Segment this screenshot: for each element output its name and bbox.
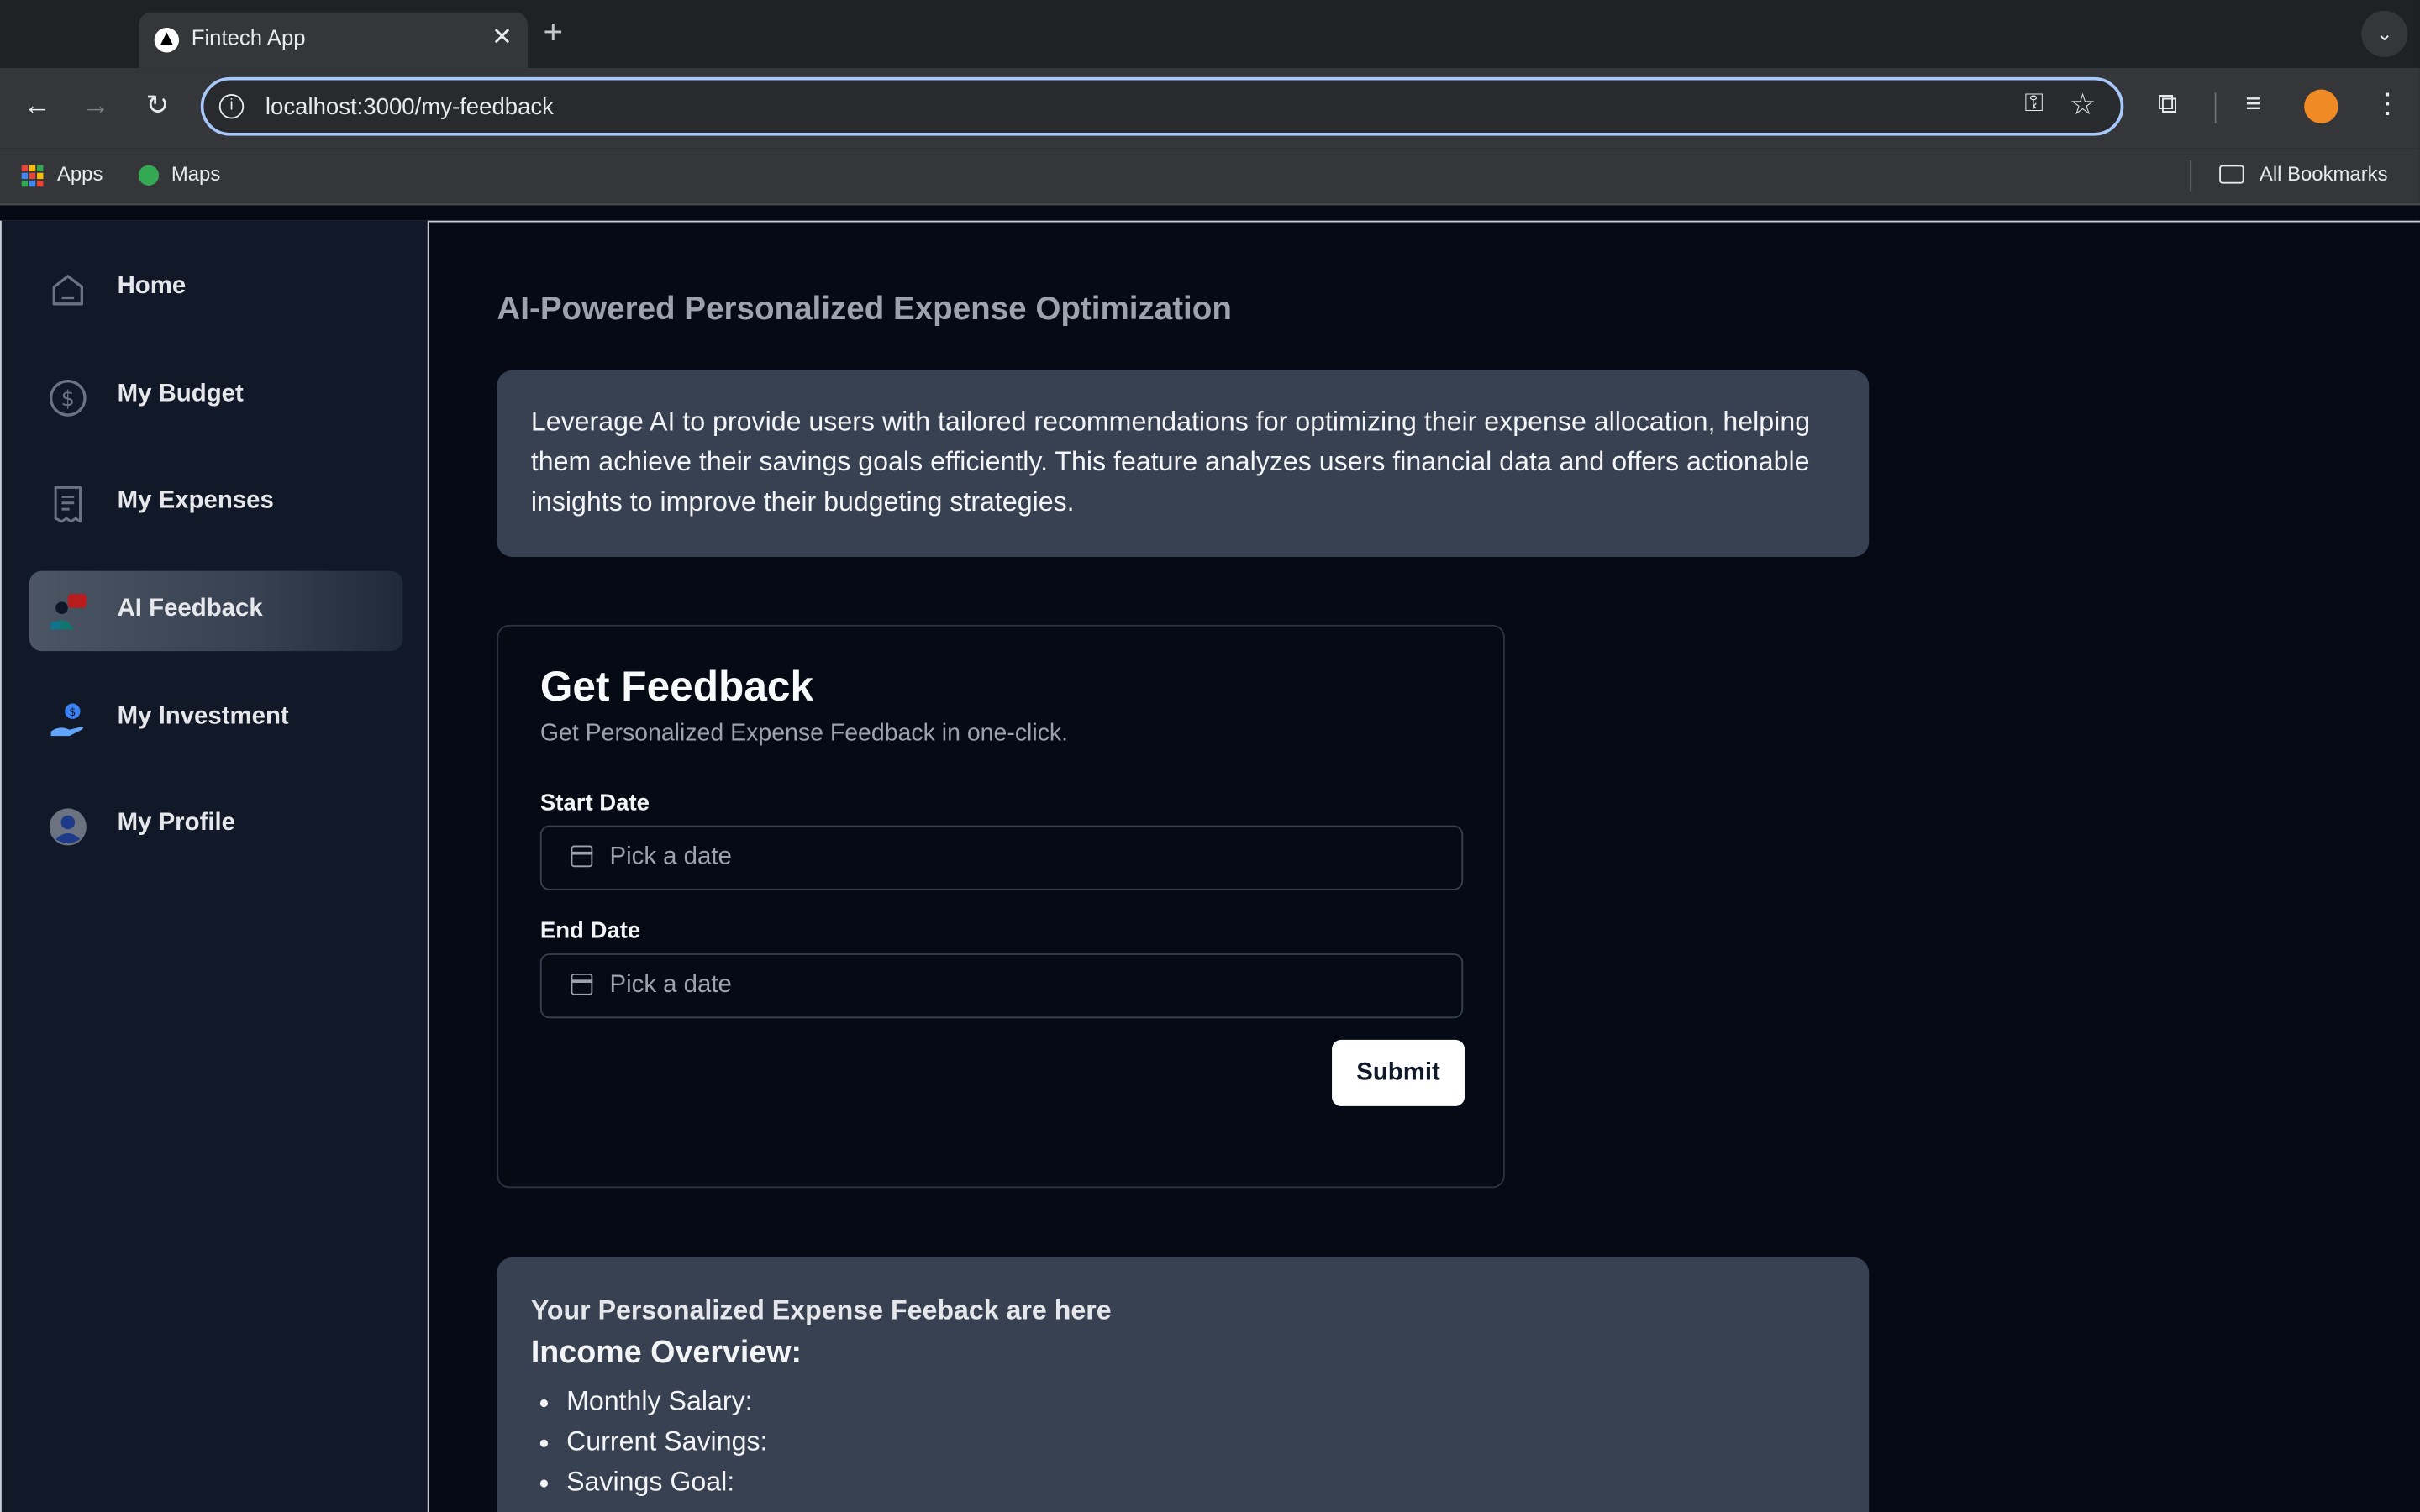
apps-grid-icon[interactable] bbox=[21, 165, 44, 187]
sidebar-item-ai-feedback[interactable]: AI Feedback bbox=[29, 570, 403, 652]
sidebar-item-label: My Profile bbox=[117, 810, 236, 837]
new-tab-icon[interactable]: + bbox=[544, 13, 564, 53]
bookmark-star-icon[interactable]: ☆ bbox=[2070, 88, 2096, 123]
bookmark-maps[interactable]: Maps bbox=[171, 162, 220, 186]
submit-button[interactable]: Submit bbox=[1332, 1039, 1465, 1106]
maps-pin-icon: ⬤ bbox=[137, 161, 160, 186]
calendar-icon bbox=[571, 845, 593, 868]
nextjs-icon bbox=[154, 28, 180, 53]
url-text[interactable]: localhost:3000/my-feedback bbox=[266, 94, 554, 120]
profile-avatar-icon[interactable] bbox=[2304, 89, 2338, 123]
bookmarks-divider bbox=[2190, 160, 2192, 192]
svg-text:$: $ bbox=[69, 706, 76, 719]
password-key-icon[interactable]: ⚿ bbox=[2024, 91, 2043, 118]
sidebar-item-budget[interactable]: $ My Budget bbox=[29, 356, 402, 437]
bookmark-apps[interactable]: Apps bbox=[57, 162, 103, 186]
svg-text:$: $ bbox=[61, 386, 75, 412]
invest-icon: $ bbox=[50, 703, 84, 737]
menu-kebab-icon[interactable]: ⋮ bbox=[2374, 88, 2402, 121]
folder-icon bbox=[2219, 165, 2244, 184]
bookmarks-bar: Apps ⬤ Maps All Bookmarks bbox=[0, 148, 2420, 206]
media-control-icon[interactable]: ≡ bbox=[2245, 88, 2261, 121]
sidebar-item-label: My Budget bbox=[117, 381, 244, 407]
chat-people-icon bbox=[49, 594, 87, 630]
sidebar-item-label: My Investment bbox=[117, 703, 289, 730]
feedback-form-card: Get Feedback Get Personalized Expense Fe… bbox=[497, 624, 1505, 1189]
tab-title: Fintech App bbox=[191, 24, 306, 50]
description-card: Leverage AI to provide users with tailor… bbox=[497, 370, 1870, 558]
sidebar-item-expenses[interactable]: My Expenses bbox=[29, 463, 402, 543]
feedback-result-card: Your Personalized Expense Feeback are he… bbox=[497, 1257, 1870, 1512]
browser-toolbar: ← → ↻ i localhost:3000/my-feedback ⚿ ☆ ⧉… bbox=[0, 67, 2420, 149]
browser-tab[interactable]: Fintech App ✕ bbox=[139, 12, 529, 68]
start-date-label: Start Date bbox=[539, 790, 650, 816]
all-bookmarks[interactable]: All Bookmarks bbox=[2260, 162, 2388, 186]
forward-icon[interactable]: → bbox=[77, 90, 114, 123]
browser-tabstrip: Fintech App ✕ + ⌄ bbox=[0, 0, 2420, 68]
income-overview-heading: Income Overview: bbox=[530, 1334, 802, 1370]
result-heading: Your Personalized Expense Feeback are he… bbox=[530, 1294, 1112, 1326]
receipt-icon bbox=[54, 486, 82, 523]
form-title: Get Feedback bbox=[539, 663, 814, 710]
sidebar-item-label: My Expenses bbox=[117, 487, 274, 514]
list-item: Current Savings: bbox=[566, 1421, 767, 1462]
sidebar-item-home[interactable]: Home bbox=[29, 249, 402, 329]
address-bar[interactable]: i localhost:3000/my-feedback ⚿ ☆ bbox=[200, 76, 2124, 136]
sidebar: Home $ My Budget My Expenses AI Feedback… bbox=[0, 220, 429, 1512]
tab-search-icon[interactable]: ⌄ bbox=[2361, 10, 2408, 57]
back-icon[interactable]: ← bbox=[18, 90, 55, 123]
list-item: Monthly Salary: bbox=[566, 1381, 767, 1421]
income-overview-list: Monthly Salary: Current Savings: Savings… bbox=[531, 1381, 767, 1501]
home-icon bbox=[52, 275, 83, 306]
sidebar-item-investment[interactable]: $ My Investment bbox=[29, 679, 402, 759]
start-date-picker[interactable]: Pick a date bbox=[539, 825, 1464, 890]
page-title: AI-Powered Personalized Expense Optimiza… bbox=[497, 291, 1232, 328]
site-info-icon[interactable]: i bbox=[218, 94, 245, 119]
close-icon[interactable]: ✕ bbox=[492, 22, 513, 53]
user-avatar-icon bbox=[49, 808, 87, 846]
sidebar-item-profile[interactable]: My Profile bbox=[29, 785, 402, 866]
start-date-placeholder: Pick a date bbox=[609, 843, 732, 870]
sidebar-item-label: AI Feedback bbox=[117, 595, 263, 622]
extensions-icon[interactable]: ⧉ bbox=[2158, 88, 2178, 121]
dollar-icon: $ bbox=[49, 380, 87, 417]
calendar-icon bbox=[571, 973, 593, 995]
end-date-picker[interactable]: Pick a date bbox=[539, 953, 1464, 1019]
reload-icon[interactable]: ↻ bbox=[139, 90, 176, 123]
toolbar-divider bbox=[2214, 92, 2217, 123]
form-subtitle: Get Personalized Expense Feedback in one… bbox=[539, 720, 1069, 747]
end-date-placeholder: Pick a date bbox=[609, 972, 732, 999]
end-date-label: End Date bbox=[539, 917, 641, 945]
list-item: Savings Goal: bbox=[566, 1461, 767, 1501]
description-text: Leverage AI to provide users with tailor… bbox=[530, 406, 1811, 517]
sidebar-item-label: Home bbox=[117, 273, 187, 300]
